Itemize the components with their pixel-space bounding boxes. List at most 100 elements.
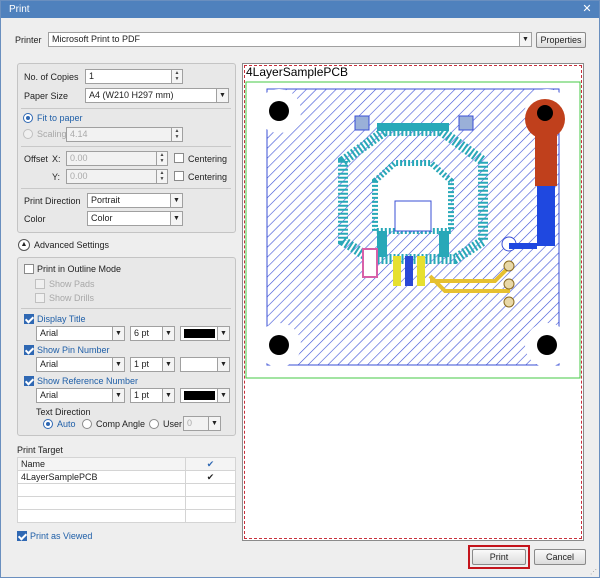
printer-label: Printer [15, 35, 42, 45]
chevron-down-icon: ▼ [112, 389, 124, 402]
print-direction-label: Print Direction [24, 196, 81, 206]
collapse-icon[interactable]: ▲ [18, 239, 30, 251]
target-check[interactable]: ✔ [185, 470, 236, 484]
auto-label: Auto [57, 419, 76, 429]
chevron-down-icon: ▼ [162, 389, 174, 402]
offset-y-value: 0.00 [70, 171, 88, 181]
offset-y-stepper[interactable]: 0.00 ▲ ▼ [66, 169, 168, 184]
title-bar: Print ✕ [1, 1, 599, 18]
stepper-arrows-icon[interactable]: ▲ ▼ [156, 152, 167, 165]
print-direction-value: Portrait [91, 195, 121, 205]
print-preview: 4LayerSamplePCB [242, 63, 584, 541]
print-direction-select[interactable]: Portrait ▼ [87, 193, 183, 208]
centering-x-checkbox[interactable] [174, 153, 184, 163]
properties-button[interactable]: Properties [536, 32, 586, 48]
pcb-preview-image [245, 81, 581, 379]
comp-angle-radio[interactable] [82, 419, 92, 429]
chevron-down-icon: ▼ [216, 89, 228, 102]
stepper-arrows-icon[interactable]: ▲ ▼ [171, 128, 182, 141]
fit-to-paper-label: Fit to paper [37, 113, 83, 123]
print-button[interactable]: Print [472, 549, 526, 565]
advanced-settings-label[interactable]: Advanced Settings [34, 240, 109, 250]
show-pads-label: Show Pads [49, 279, 95, 289]
divider [21, 108, 231, 109]
printer-value: Microsoft Print to PDF [52, 34, 141, 44]
reference-color-select[interactable]: ▼ [180, 388, 230, 403]
display-title-checkbox[interactable] [24, 314, 34, 324]
reference-size-value: 1 pt [134, 390, 150, 400]
chevron-down-icon: ▼ [217, 327, 229, 340]
show-reference-number-checkbox[interactable] [24, 376, 34, 386]
display-title-font-select[interactable]: Arial ▼ [36, 326, 125, 341]
resize-grip-icon[interactable]: ⋰ [590, 569, 598, 577]
fit-to-paper-radio[interactable] [23, 113, 33, 123]
display-title-size-select[interactable]: 6 pt ▼ [130, 326, 175, 341]
offset-x-stepper[interactable]: 0.00 ▲ ▼ [66, 151, 168, 166]
chevron-down-icon: ▼ [519, 33, 531, 46]
chevron-down-icon: ▼ [170, 194, 182, 207]
preview-title: 4LayerSamplePCB [246, 65, 349, 79]
printer-select[interactable]: Microsoft Print to PDF ▼ [48, 32, 532, 47]
centering-y-checkbox[interactable] [174, 171, 184, 181]
show-reference-number-label: Show Reference Number [37, 376, 139, 386]
paper-size-value: A4 (W210 H297 mm) [89, 90, 174, 100]
reference-size-select[interactable]: 1 pt ▼ [130, 388, 175, 403]
table-row [17, 496, 236, 510]
centering-y-label: Centering [188, 172, 228, 182]
pin-number-font-select[interactable]: Arial ▼ [36, 357, 125, 372]
offset-label: Offset [24, 154, 48, 164]
show-pin-number-checkbox[interactable] [24, 345, 34, 355]
pin-number-font-value: Arial [40, 359, 59, 369]
print-as-viewed-checkbox[interactable] [17, 531, 27, 541]
color-mode-label: Color [24, 214, 46, 224]
pin-number-size-select[interactable]: 1 pt ▼ [130, 357, 175, 372]
show-drills-checkbox[interactable] [35, 293, 45, 303]
user-angle-select[interactable]: 0 ▼ [183, 416, 221, 431]
scaling-value: 4.14 [70, 129, 88, 139]
offset-y-label: Y: [52, 172, 61, 182]
print-target-table: Name ✔ 4LayerSamplePCB ✔ [17, 457, 236, 523]
scaling-stepper[interactable]: 4.14 ▲ ▼ [66, 127, 183, 142]
user-label: User [163, 419, 183, 429]
chevron-down-icon: ▼ [162, 358, 174, 371]
text-direction-label: Text Direction [36, 407, 91, 417]
show-pads-checkbox[interactable] [35, 279, 45, 289]
chevron-down-icon: ▼ [208, 417, 220, 430]
chevron-down-icon: ▼ [112, 327, 124, 340]
display-title-size-value: 6 pt [134, 328, 150, 338]
centering-x-label: Centering [188, 154, 228, 164]
target-name: 4LayerSamplePCB [17, 470, 186, 484]
copies-stepper[interactable]: 1 ▲ ▼ [85, 69, 183, 84]
color-mode-select[interactable]: Color ▼ [87, 211, 183, 226]
table-row[interactable]: 4LayerSamplePCB ✔ [17, 470, 236, 484]
color-swatch [184, 391, 215, 400]
user-angle-value: 0 [187, 418, 193, 428]
checkmark-icon: ✔ [206, 458, 215, 469]
window-title: Print [9, 4, 30, 15]
paper-size-select[interactable]: A4 (W210 H297 mm) ▼ [85, 88, 229, 103]
reference-font-select[interactable]: Arial ▼ [36, 388, 125, 403]
copies-label: No. of Copies [24, 72, 79, 82]
close-icon[interactable]: ✕ [580, 3, 594, 15]
cancel-button[interactable]: Cancel [534, 549, 586, 565]
offset-x-label: X: [52, 154, 61, 164]
offset-x-value: 0.00 [70, 153, 88, 163]
check-column-header[interactable]: ✔ [185, 457, 236, 471]
chevron-down-icon: ▼ [217, 358, 229, 371]
display-title-label: Display Title [37, 314, 86, 324]
checkmark-icon: ✔ [206, 471, 215, 482]
chevron-down-icon: ▼ [162, 327, 174, 340]
stepper-arrows-icon[interactable]: ▲ ▼ [171, 70, 182, 83]
table-row [17, 509, 236, 523]
user-radio[interactable] [149, 419, 159, 429]
outline-mode-checkbox[interactable] [24, 264, 34, 274]
reference-font-value: Arial [40, 390, 59, 400]
display-title-color-select[interactable]: ▼ [180, 326, 230, 341]
chevron-down-icon: ▼ [170, 212, 182, 225]
pin-number-color-select[interactable]: ▼ [180, 357, 230, 372]
auto-radio[interactable] [43, 419, 53, 429]
scaling-radio[interactable] [23, 129, 33, 139]
stepper-arrows-icon[interactable]: ▲ ▼ [156, 170, 167, 183]
color-mode-value: Color [91, 213, 113, 223]
color-swatch [184, 329, 215, 338]
